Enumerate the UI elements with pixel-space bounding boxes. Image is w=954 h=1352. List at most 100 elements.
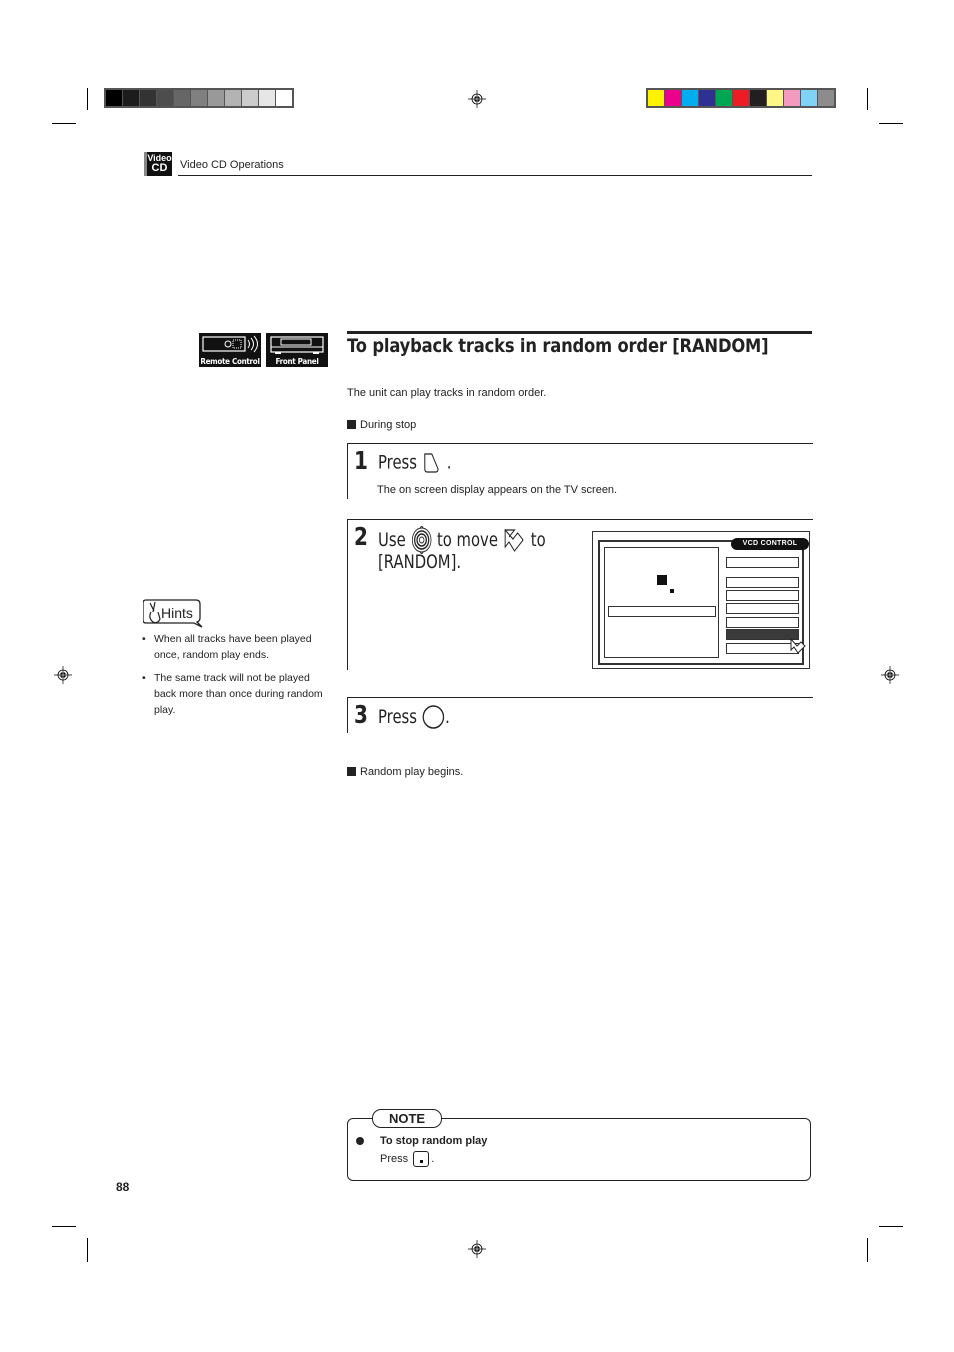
hints-logo-text: Hints — [161, 605, 193, 621]
page-number: 88 — [116, 1180, 130, 1194]
step-instruction-line2: [RANDOM]. — [378, 551, 462, 573]
osd-tab-vcd-control: VCD CONTROL — [731, 538, 809, 550]
step-number: 2 — [354, 522, 368, 551]
hint-bullet: • — [142, 633, 146, 645]
osd-frame: VCD CONTROL — [598, 538, 809, 665]
osd-marker-large — [657, 575, 667, 585]
step-instruction: Press . — [378, 450, 451, 475]
crop-mark — [867, 1238, 868, 1262]
crop-mark — [52, 123, 76, 124]
section-label: Video CD Operations — [180, 159, 284, 171]
front-panel-icon: Front Panel — [266, 333, 328, 367]
calibration-swatch — [157, 90, 173, 106]
step-text-move: to move — [436, 529, 498, 551]
calibration-swatch — [665, 90, 681, 106]
crop-mark — [52, 1226, 76, 1227]
osd-menu-item-random-selected — [726, 629, 799, 640]
calibration-swatch — [191, 90, 207, 106]
calibration-swatch — [801, 90, 817, 106]
calibration-swatch — [140, 90, 156, 106]
crop-mark — [87, 88, 88, 110]
osd-marker-small — [670, 589, 674, 593]
crop-mark — [879, 123, 903, 124]
calibration-swatch — [276, 90, 292, 106]
crop-mark — [87, 1238, 88, 1262]
front-panel-device-icon — [270, 336, 324, 354]
calibration-swatch — [818, 90, 834, 106]
osd-menu-item — [726, 603, 799, 614]
badge-line2: CD — [151, 162, 168, 174]
step-text-to: to — [530, 529, 546, 551]
calibration-swatch — [106, 90, 122, 106]
note-tag: NOTE — [372, 1109, 442, 1128]
header-divider — [178, 175, 812, 176]
crop-mark — [879, 1226, 903, 1227]
hint-bullet: • — [142, 672, 146, 684]
osd-menu-item — [726, 577, 799, 588]
calibration-swatch — [225, 90, 241, 106]
remote-control-icon: Remote Control — [199, 333, 261, 367]
step-number: 3 — [354, 700, 368, 729]
intro-text: The unit can play tracks in random order… — [347, 387, 547, 399]
note-bullet-icon — [356, 1137, 364, 1145]
osd-pointer-cursor-icon — [790, 638, 806, 654]
step-text-press: Press — [378, 706, 418, 728]
registration-target-icon — [468, 90, 486, 108]
video-cd-badge: Video CD — [144, 152, 172, 176]
step-instruction: Press . — [378, 704, 450, 730]
grayscale-calibration-bar — [104, 88, 294, 108]
note-heading: To stop random play — [380, 1135, 488, 1147]
pointer-cursor-icon — [504, 528, 524, 552]
calibration-swatch — [733, 90, 749, 106]
note-instruction: Press . — [380, 1151, 434, 1167]
calibration-swatch — [242, 90, 258, 106]
condition-text: During stop — [347, 419, 416, 431]
hints-icon: Hints — [143, 599, 203, 628]
step-number: 1 — [354, 446, 368, 475]
osd-screen-illustration: VCD CONTROL — [592, 531, 810, 669]
calibration-swatch — [750, 90, 766, 106]
osd-menu-item — [726, 557, 799, 568]
osd-text-field — [608, 606, 716, 617]
calibration-swatch — [259, 90, 275, 106]
crop-mark — [867, 88, 868, 110]
osd-display-area — [604, 547, 719, 658]
calibration-swatch — [784, 90, 800, 106]
hint-text: The same track will not be played back m… — [154, 672, 323, 716]
enter-button-icon — [422, 705, 445, 729]
remote-device-icon — [202, 335, 258, 353]
step-3: 3 Press . — [347, 697, 813, 733]
on-screen-button-icon — [424, 452, 439, 473]
calibration-swatch — [174, 90, 190, 106]
condition-label: During stop — [360, 419, 417, 431]
calibration-swatch — [682, 90, 698, 106]
calibration-swatch — [699, 90, 715, 106]
calibration-swatch — [208, 90, 224, 106]
osd-menu-item — [726, 617, 799, 628]
calibration-swatch — [716, 90, 732, 106]
registration-target-icon — [468, 1240, 486, 1258]
step-text-use: Use — [378, 529, 406, 551]
front-panel-label: Front Panel — [275, 357, 319, 366]
note-press: Press — [380, 1152, 409, 1165]
hint-text: When all tracks have been played once, r… — [154, 633, 312, 661]
title-rule — [347, 331, 812, 334]
page-title: To playback tracks in random order [RAND… — [347, 335, 769, 357]
step-text-press: Press — [378, 451, 418, 474]
step-1-subtext: The on screen display appears on the TV … — [377, 484, 618, 496]
step-text-period: . — [446, 451, 452, 474]
step-1: 1 Press . The on screen display appears … — [347, 443, 813, 499]
stop-button-icon — [413, 1151, 430, 1167]
square-bullet-icon — [347, 767, 356, 776]
calibration-swatch — [123, 90, 139, 106]
calibration-swatch — [767, 90, 783, 106]
step-text-period: . — [445, 706, 450, 728]
color-calibration-bar — [646, 88, 836, 108]
registration-target-icon — [881, 666, 899, 684]
result-label: Random play begins. — [360, 766, 464, 778]
osd-menu-item — [726, 643, 799, 654]
osd-menu-item — [726, 590, 799, 601]
result-text: Random play begins. — [347, 766, 463, 778]
registration-target-icon — [54, 666, 72, 684]
square-bullet-icon — [347, 420, 356, 429]
